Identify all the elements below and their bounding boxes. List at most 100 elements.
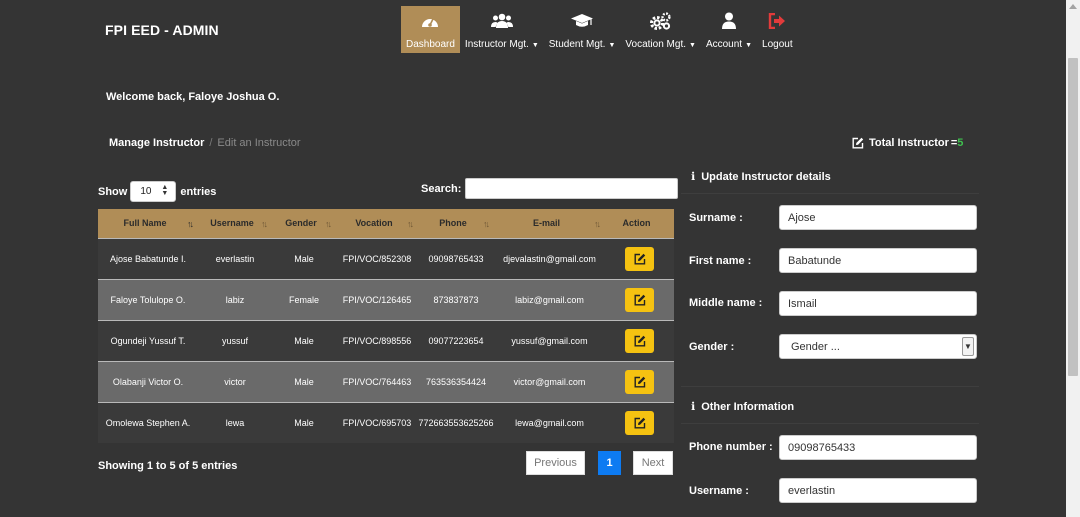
users-icon — [490, 10, 513, 32]
cell-vocation: FPI/VOC/898556 — [336, 319, 418, 361]
cell-full-name: Ogundeji Yussuf T. — [98, 319, 198, 361]
table-row: Olabanji Victor O. victor Male FPI/VOC/7… — [98, 360, 674, 402]
edit-icon — [634, 335, 645, 346]
middle-name-label: Middle name : — [689, 297, 763, 309]
entries-label: entries — [180, 185, 217, 198]
cell-phone: 763536354424 — [418, 360, 494, 402]
first-name-label: First name : — [689, 255, 752, 267]
page-size-control: Show 10 ▲ ▼ entries — [98, 181, 216, 202]
edit-icon — [634, 417, 645, 429]
cell-username: everlastin — [198, 237, 272, 279]
col-phone[interactable]: Phone ↑↓ — [418, 209, 494, 238]
cell-email: victor@gmail.com — [494, 360, 605, 402]
sort-icon: ↑↓ — [261, 219, 268, 229]
total-label: Total Instructor — [869, 137, 949, 149]
search-input[interactable] — [465, 178, 679, 199]
cell-gender: Male — [272, 237, 336, 279]
edit-button[interactable] — [625, 246, 654, 271]
col-full-name[interactable]: Full Name ↑↓ — [98, 209, 198, 238]
cell-action — [605, 360, 674, 402]
pagination: Previous 1 Next — [526, 451, 673, 475]
previous-button[interactable]: Previous — [526, 451, 585, 475]
page-size-select[interactable]: 10 ▲ ▼ — [130, 181, 177, 202]
cell-action — [605, 278, 674, 320]
graduation-cap-icon — [571, 10, 594, 32]
edit-button[interactable] — [625, 328, 654, 353]
cell-full-name: Ajose Babatunde I. — [98, 237, 198, 279]
dashboard-gauge-icon — [420, 10, 440, 32]
instructor-table: Full Name ↑↓ Username ↑↓ Gender ↑↓ Vocation… — [98, 209, 674, 443]
table-row: Faloye Tolulope O. labiz Female FPI/VOC/… — [98, 278, 674, 320]
divider — [681, 386, 979, 387]
col-email[interactable]: E-mail ↑↓ — [494, 209, 605, 238]
gender-select[interactable]: Gender ... ▼ — [779, 334, 977, 359]
next-button[interactable]: Next — [633, 451, 673, 475]
breadcrumb-separator: / — [209, 137, 213, 149]
edit-square-icon — [852, 137, 864, 149]
cell-gender: Male — [272, 360, 336, 402]
scrollbar-thumb[interactable] — [1068, 58, 1078, 376]
user-icon — [721, 10, 737, 32]
show-label: Show — [98, 185, 128, 198]
col-vocation[interactable]: Vocation ↑↓ — [336, 209, 418, 238]
edit-button[interactable] — [625, 410, 654, 435]
sort-icon: ↑↓ — [594, 219, 601, 229]
cell-phone: 09077223654 — [418, 319, 494, 361]
nav-student-label: Student Mgt. ▼ — [548, 39, 616, 50]
edit-icon — [634, 294, 645, 305]
cell-gender: Male — [272, 319, 336, 361]
total-count: 5 — [957, 137, 964, 149]
main-nav: Dashboard Instructor Mgt. ▼ Student Mgt. ▼… — [401, 6, 798, 53]
cell-full-name: Faloye Tolulope O. — [98, 278, 198, 320]
nav-logout[interactable]: Logout — [757, 6, 798, 53]
nav-account[interactable]: Account ▼ — [701, 6, 757, 53]
surname-input[interactable]: Ajose — [779, 205, 977, 230]
cell-full-name: Olabanji Victor O. — [98, 360, 198, 402]
total-instructor: Total Instructor = 5 — [852, 137, 963, 149]
page-scrollbar[interactable] — [1066, 0, 1080, 517]
nav-instructor-label: Instructor Mgt. ▼ — [464, 39, 539, 50]
cell-vocation: FPI/VOC/852308 — [336, 237, 418, 279]
col-action: Action — [605, 209, 674, 238]
cell-action — [605, 319, 674, 361]
col-username[interactable]: Username ↑↓ — [198, 209, 272, 238]
cell-vocation: FPI/VOC/764463 — [336, 360, 418, 402]
welcome-message: Welcome back, Faloye Joshua O. — [106, 91, 280, 103]
edit-button[interactable] — [625, 369, 654, 394]
nav-vocation-mgt[interactable]: Vocation Mgt. ▼ — [620, 6, 701, 53]
page-1-button[interactable]: 1 — [598, 451, 621, 475]
brand-title: FPI EED - ADMIN — [105, 22, 219, 38]
cell-username: lewa — [198, 401, 272, 443]
cell-email: djevalastin@gmail.com — [494, 237, 605, 279]
nav-instructor-mgt[interactable]: Instructor Mgt. ▼ — [460, 6, 544, 53]
breadcrumb: Manage Instructor / Edit an Instructor — [109, 137, 301, 149]
cell-username: yussuf — [198, 319, 272, 361]
table-search: Search: — [421, 178, 679, 199]
col-gender[interactable]: Gender ↑↓ — [272, 209, 336, 238]
phone-input[interactable]: 09098765433 — [779, 435, 977, 460]
showing-entries: Showing 1 to 5 of 5 entries — [98, 460, 238, 472]
username-label: Username : — [689, 485, 749, 497]
cell-username: victor — [198, 360, 272, 402]
first-name-input[interactable]: Babatunde — [779, 248, 977, 273]
nav-account-label: Account ▼ — [705, 39, 753, 50]
nav-dashboard[interactable]: Dashboard — [401, 6, 460, 53]
middle-name-input[interactable]: Ismail — [779, 291, 977, 316]
nav-logout-label: Logout — [762, 39, 793, 50]
edit-button[interactable] — [625, 287, 654, 312]
breadcrumb-manage-instructor[interactable]: Manage Instructor — [109, 137, 204, 149]
nav-student-mgt[interactable]: Student Mgt. ▼ — [544, 6, 621, 53]
phone-label: Phone number : — [689, 441, 773, 453]
cell-gender: Female — [272, 278, 336, 320]
cell-email: yussuf@gmail.com — [494, 319, 605, 361]
nav-vocation-label: Vocation Mgt. ▼ — [625, 39, 696, 50]
sort-icon: ↑↓ — [483, 219, 490, 229]
username-input[interactable]: everlastin — [779, 478, 977, 503]
sort-icon: ↑↓ — [325, 219, 332, 229]
edit-icon — [634, 253, 645, 264]
edit-icon — [634, 376, 645, 387]
scroll-up-arrow-icon[interactable] — [1069, 4, 1077, 9]
cell-action — [605, 401, 674, 443]
other-info-title: ℹ Other Information — [691, 400, 795, 414]
cell-phone: 772663553625266 — [418, 401, 494, 443]
